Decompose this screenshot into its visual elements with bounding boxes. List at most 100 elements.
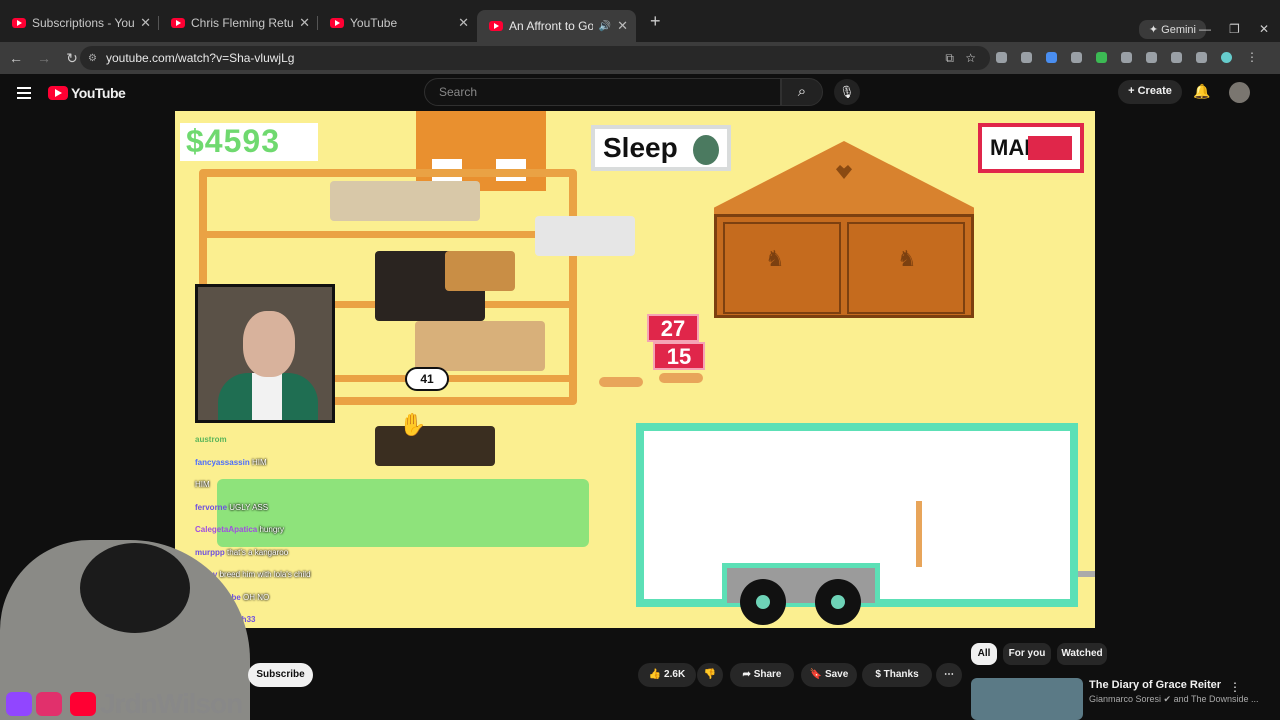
recommended-thumbnail[interactable] [971,678,1083,720]
close-tab-icon[interactable]: ✕ [140,15,151,31]
save-label: Save [824,669,849,680]
trailer-wheel [815,579,861,625]
youtube-favicon-icon [171,18,185,28]
sleep-label: Sleep [603,132,678,163]
menu-dots-icon[interactable]: ⋮ [1246,51,1258,63]
chat-message: hungry [259,525,284,534]
webcam-tshirt [252,373,282,420]
gemini-button[interactable]: ✦ Gemini [1138,20,1206,39]
channel-extra: and The Downside ... [1173,694,1259,704]
horse-sprite[interactable] [415,321,545,371]
close-tab-icon[interactable]: ✕ [299,15,310,31]
url-field[interactable]: ⚙ youtube.com/watch?v=Sha-vluwjLg ⧉ ☆ [80,46,990,70]
profile-icon[interactable] [1221,52,1232,63]
horse-icon: ♞ [897,246,917,271]
share-button[interactable]: ➦ Share [730,663,794,687]
close-window-icon[interactable]: ✕ [1259,22,1269,36]
search-icon[interactable]: ⌕ [781,78,823,106]
chip-for-you[interactable]: For you [1003,643,1051,665]
video-player[interactable]: $4593 Sleep MAP ♞ ♞ 27 15 41 ✋ austrom f… [175,111,1095,628]
microphone-icon[interactable]: 🎙 [834,79,860,105]
instagram-icon [36,692,62,716]
notifications-bell-icon[interactable]: 🔔 [1193,83,1210,100]
sleep-button[interactable]: Sleep [591,125,731,171]
search-input[interactable]: Search [424,78,781,106]
trailer-item [916,501,922,567]
stable-roof [714,141,974,215]
thanks-label: Thanks [883,669,919,680]
dislike-icon[interactable]: 👎 [697,663,723,687]
speech-bubble: 41 [405,367,449,391]
extension-icon[interactable] [1046,52,1057,63]
stable-building[interactable]: ♞ ♞ [714,214,974,318]
bookmark-star-icon[interactable]: ☆ [965,51,976,65]
tab-subscriptions[interactable]: Subscriptions - YouTube ✕ [0,8,159,38]
back-arrow-icon[interactable]: ← [4,50,28,66]
trailer-hitch [1078,571,1095,577]
hamburger-menu-icon[interactable] [17,87,31,99]
chat-message: HIM [195,480,210,489]
tab-affront-to-god[interactable]: An Affront to God - YouTub 🔊 ✕ [477,10,636,42]
youtube-favicon-icon [330,18,344,28]
extensions-area: ⋮ [996,51,1258,63]
chip-watched[interactable]: Watched [1057,643,1107,665]
chat-message: UGLY ASS [229,502,269,512]
like-button[interactable]: 👍 2.6K [638,663,696,687]
bone-item[interactable] [599,377,643,387]
chat-user: murppp [195,547,225,557]
recommendation-menu-icon[interactable]: ⋮ [1229,680,1241,694]
stable-door-left[interactable]: ♞ [723,222,841,314]
new-tab-button[interactable]: + [650,11,661,32]
bookmarks-icon[interactable] [1146,52,1157,63]
verified-icon: ✔ [1163,694,1172,704]
extension-icon[interactable] [1021,52,1032,63]
streamer-hair [80,543,190,633]
browser-tab-strip: Subscriptions - YouTube ✕ Chris Fleming … [0,0,1280,42]
youtube-logo[interactable]: YouTube [48,85,126,101]
extension-icon[interactable] [1096,52,1107,63]
tab-youtube[interactable]: YouTube ✕ [318,8,477,38]
media-icon[interactable] [1196,52,1207,63]
share-label: Share [753,669,782,680]
sidepanel-icon[interactable] [1171,52,1182,63]
more-actions-icon[interactable]: ⋯ [936,663,962,687]
bone-item[interactable] [659,373,703,383]
extension-icon[interactable] [996,52,1007,63]
extension-icon[interactable] [1071,52,1082,63]
thanks-button[interactable]: $ Thanks [862,663,932,687]
install-icon[interactable]: ⧉ [945,51,954,66]
recommended-title[interactable]: The Diary of Grace Reiter [1089,679,1221,691]
chat-line: Yitrov breed him with lola's child [195,568,425,591]
recommended-channel: Gianmarco Soresi ✔ and The Downside ... [1089,694,1259,705]
map-button[interactable]: MAP [978,123,1084,173]
subscribe-button[interactable]: Subscribe [248,663,313,687]
youtube-header: YouTube Search ⌕ 🎙 + Create 🔔 [0,74,1280,112]
horse-sprite[interactable] [535,216,635,256]
maximize-icon[interactable]: ❐ [1229,22,1240,36]
chip-all[interactable]: All [971,643,997,665]
chat-line: HIM [195,478,425,501]
tab-title: Subscriptions - YouTube [32,16,135,30]
account-avatar[interactable] [1229,82,1250,103]
chat-user: austrom [195,435,227,444]
horse-sprite[interactable] [330,181,480,221]
puzzle-icon[interactable] [1121,52,1132,63]
close-tab-icon[interactable]: ✕ [458,15,469,31]
horse-icon: ♞ [765,246,785,271]
horse-sprite[interactable] [445,251,515,291]
tab-chris-fleming[interactable]: Chris Fleming Returns Again - Y ✕ [159,8,318,38]
money-counter: $4593 [180,123,318,161]
save-button[interactable]: 🔖 Save [801,663,857,687]
speaker-icon[interactable]: 🔊 [599,21,611,32]
site-info-icon[interactable]: ⚙ [88,53,97,64]
stable-door-right[interactable]: ♞ [847,222,965,314]
create-label: Create [1137,85,1172,97]
stat-badge: 27 [647,314,699,342]
create-button[interactable]: + Create [1118,80,1182,104]
close-tab-icon[interactable]: ✕ [617,18,628,34]
heart-icon [836,165,852,179]
chat-line: CalegetaApatica hungry [195,523,425,546]
forward-arrow-icon[interactable]: → [32,50,56,66]
trailer-wheel [740,579,786,625]
minimize-icon[interactable]: — [1199,22,1211,36]
